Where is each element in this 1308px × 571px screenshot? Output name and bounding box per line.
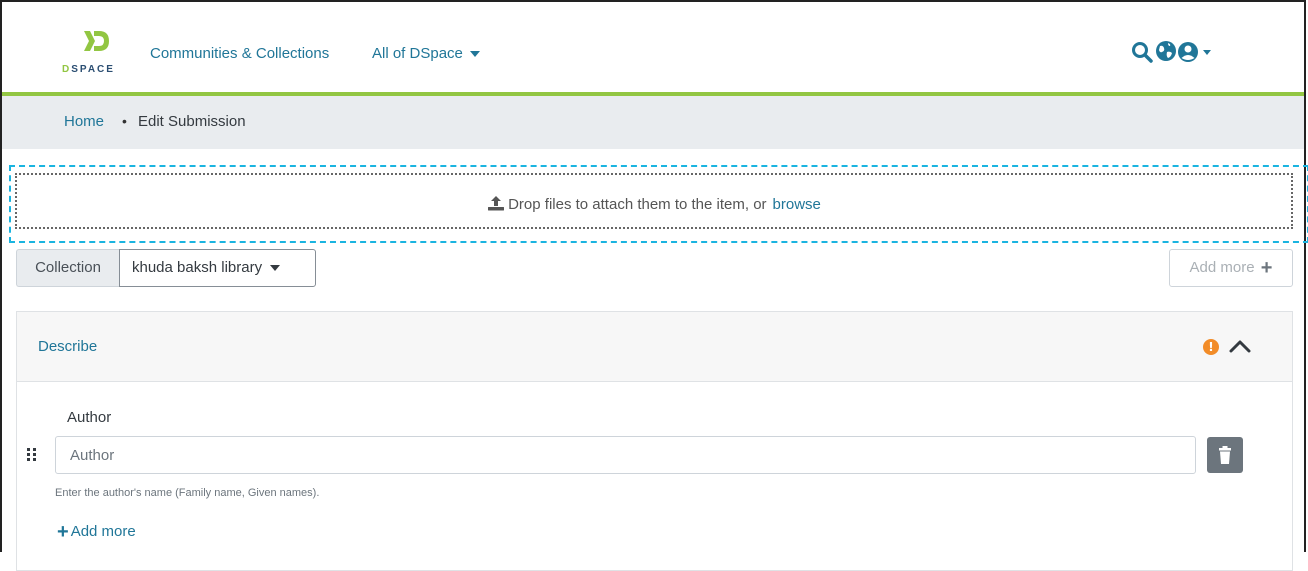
- section-title[interactable]: Describe: [38, 338, 97, 355]
- collapse-section-button[interactable]: [1227, 334, 1253, 360]
- chevron-down-icon: [270, 265, 281, 272]
- breadcrumb-separator: •: [122, 113, 127, 129]
- drag-handle-dots: [27, 448, 36, 461]
- browse-link[interactable]: browse: [773, 196, 821, 213]
- nav-all-of-dspace-label: All of DSpace: [372, 45, 463, 62]
- warning-icon: !: [1203, 339, 1219, 355]
- site-header: DSPACE Communities & Collections All of …: [2, 2, 1304, 94]
- describe-section-header[interactable]: Describe !: [17, 312, 1292, 382]
- dspace-logo-icon: [84, 31, 109, 51]
- chevron-down-icon: [469, 51, 480, 58]
- collection-dropdown[interactable]: khuda baksh library: [119, 249, 316, 287]
- collection-label: Collection: [16, 249, 119, 287]
- globe-icon: [1156, 41, 1176, 61]
- trash-icon: [1219, 446, 1231, 464]
- breadcrumb-current: Edit Submission: [138, 113, 246, 130]
- add-more-author-button[interactable]: + Add more: [57, 521, 136, 544]
- dspace-logo[interactable]: DSPACE: [62, 28, 118, 78]
- nav-all-of-dspace[interactable]: All of DSpace: [372, 45, 480, 62]
- author-input[interactable]: [55, 436, 1196, 474]
- upload-instruction: Drop files to attach them to the item, o…: [508, 196, 767, 213]
- logo-text: DSPACE: [62, 64, 115, 75]
- author-label: Author: [67, 409, 112, 426]
- chevron-up-icon: [1229, 340, 1251, 353]
- breadcrumb: Home • Edit Submission: [2, 96, 1304, 149]
- logo-text-rest: SPACE: [71, 64, 115, 75]
- upload-icon: [488, 196, 505, 211]
- search-button[interactable]: [1130, 40, 1156, 66]
- search-icon: [1132, 42, 1153, 63]
- describe-section: Describe ! Author Enter the author's nam…: [16, 311, 1293, 571]
- user-icon: [1178, 42, 1211, 62]
- add-more-sections-label: Add more: [1189, 259, 1255, 276]
- delete-author-button[interactable]: [1207, 437, 1243, 473]
- author-hint: Enter the author's name (Family name, Gi…: [55, 487, 320, 499]
- nav-communities-collections[interactable]: Communities & Collections: [150, 45, 329, 62]
- collection-value: khuda baksh library: [132, 259, 263, 276]
- user-menu-button[interactable]: [1177, 40, 1217, 66]
- plus-icon: +: [1260, 257, 1273, 279]
- add-more-author-label: Add more: [70, 523, 136, 540]
- upload-drop-text: Drop files to attach them to the item, o…: [17, 195, 1291, 213]
- plus-icon: +: [57, 521, 69, 543]
- add-more-sections-button[interactable]: Add more +: [1169, 249, 1293, 287]
- breadcrumb-home[interactable]: Home: [64, 113, 104, 130]
- drag-handle-icon[interactable]: [27, 446, 37, 462]
- upload-drop-zone[interactable]: Drop files to attach them to the item, o…: [15, 173, 1293, 229]
